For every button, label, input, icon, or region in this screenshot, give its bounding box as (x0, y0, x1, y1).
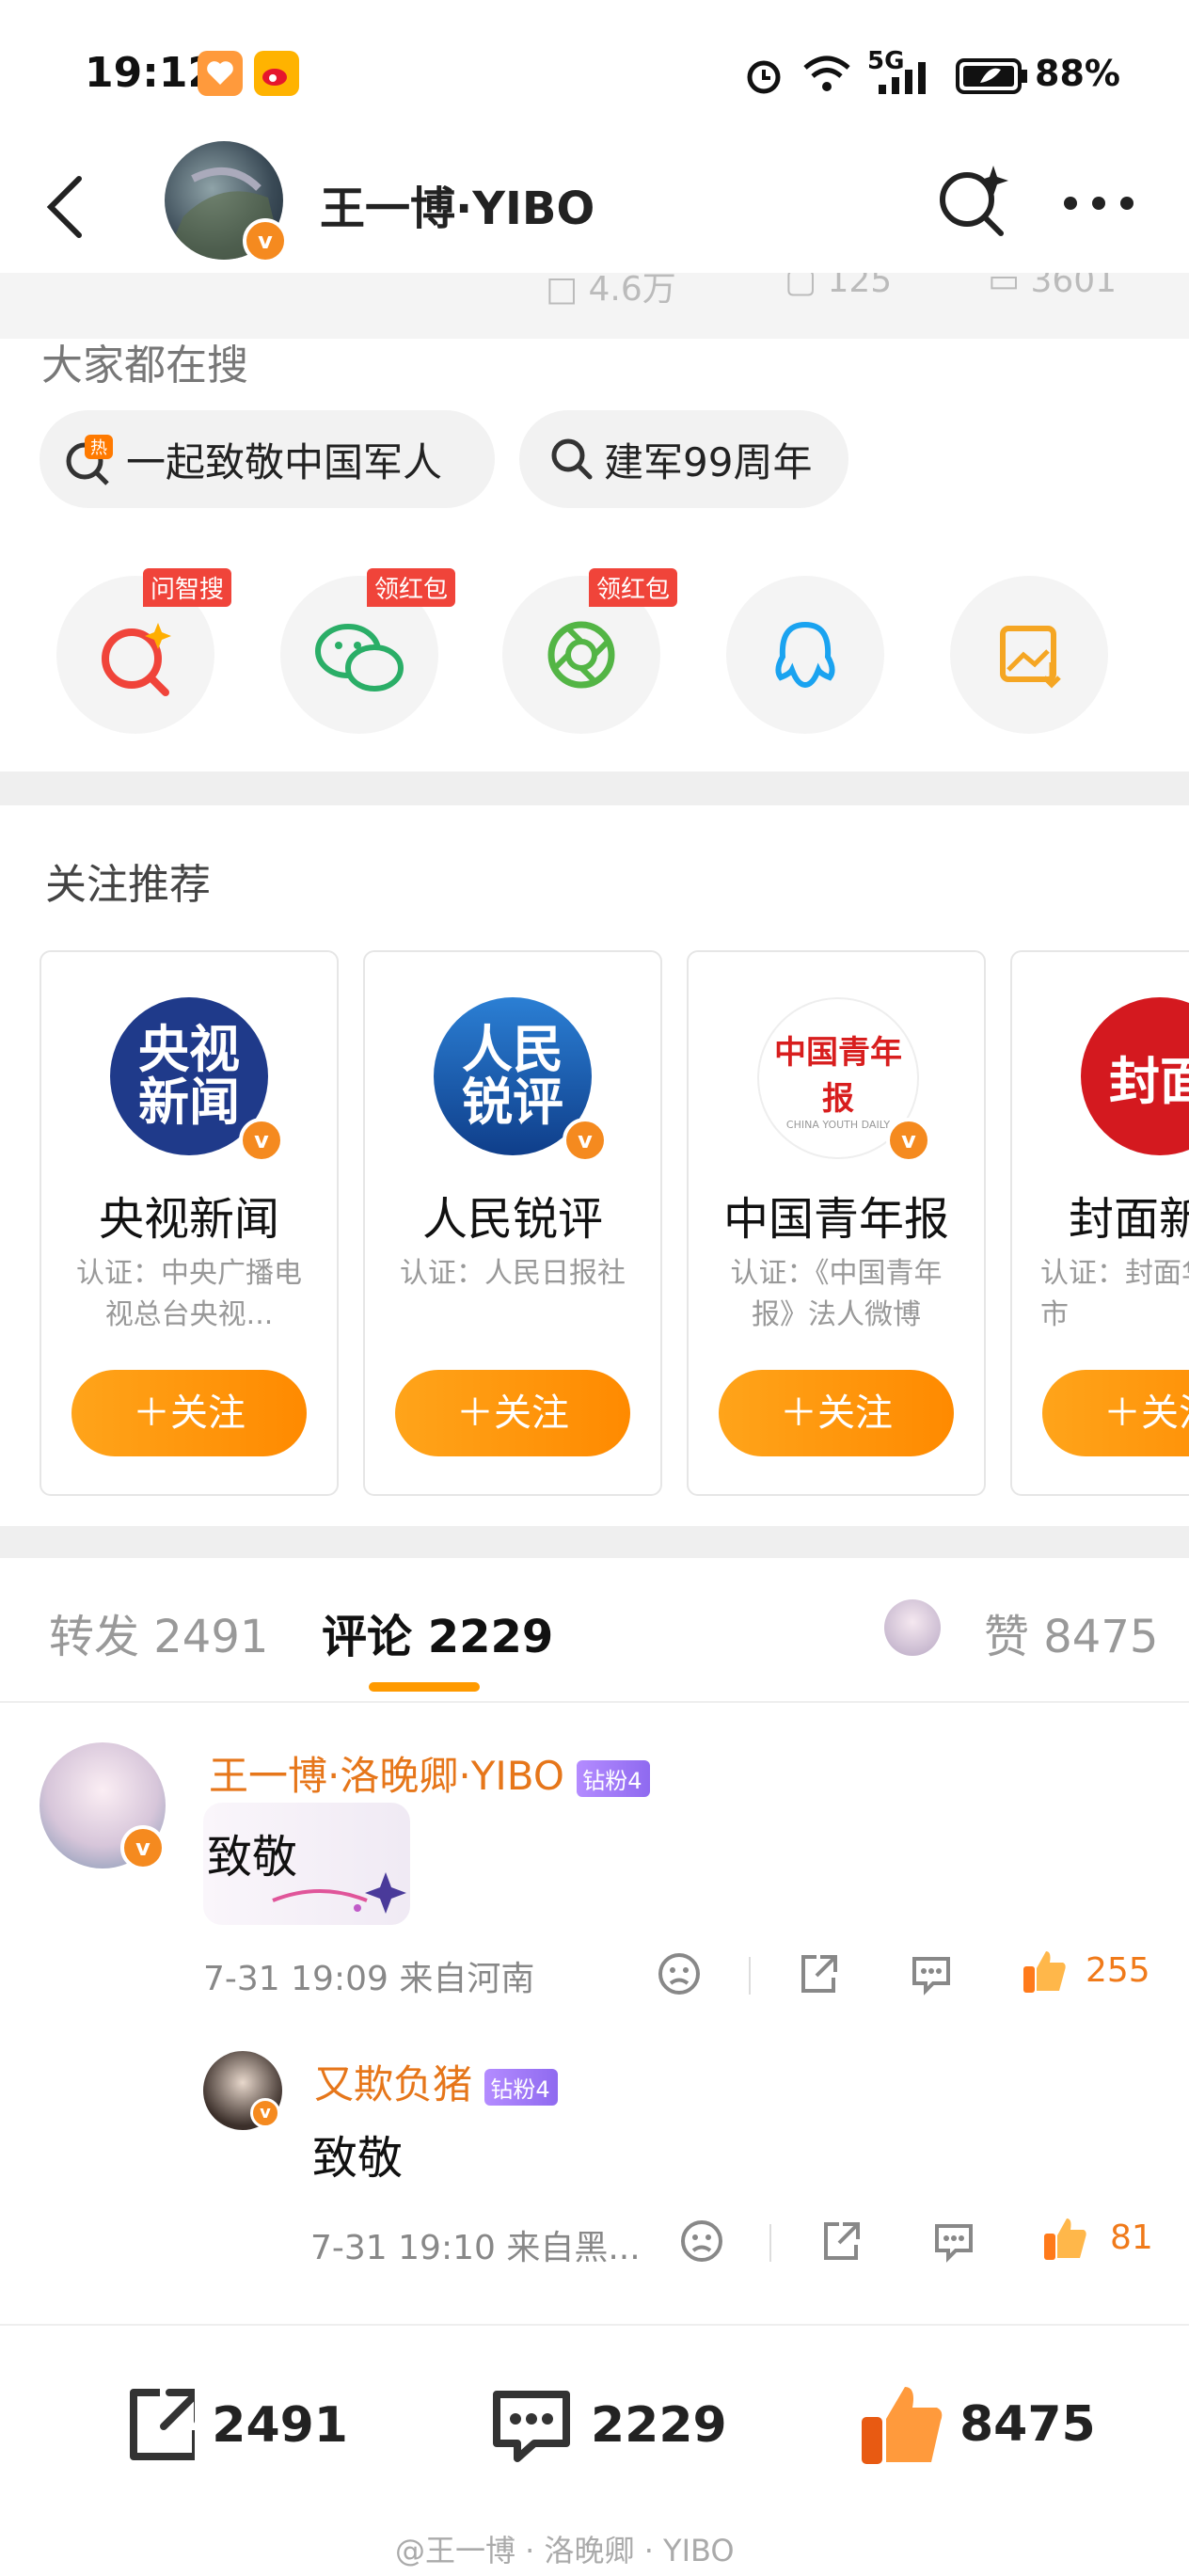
svg-text:热: 热 (90, 438, 107, 458)
save-image-shortcut[interactable] (950, 576, 1108, 734)
search-icon (551, 438, 593, 480)
tab-repost[interactable]: 转发 2491 (49, 1599, 268, 1665)
recommend-card[interactable]: 人民锐评 v 人民锐评 认证：人民日报社 ＋关注 (363, 950, 662, 1496)
comment-count: 2229 (591, 2397, 727, 2454)
meta-divider (769, 2224, 771, 2262)
wechat-share-shortcut[interactable]: 领红包 (280, 568, 456, 734)
account-name: 人民锐评 (421, 1193, 603, 1246)
commenter-name[interactable]: 又欺负猪 钻粉4 (314, 2053, 558, 2110)
stat-comments: ▢ 125 (785, 273, 893, 300)
repost-icon (130, 2389, 196, 2460)
fan-badge: 钻粉4 (577, 1760, 650, 1797)
battery-level: 88% (1035, 53, 1120, 94)
recommend-label: 关注推荐 (45, 861, 211, 909)
stat-saves: ▭ 3601 (988, 273, 1118, 300)
like-action[interactable]: 8475 (856, 2373, 1101, 2476)
repost-icon[interactable] (818, 2218, 864, 2267)
like-icon[interactable] (1040, 2215, 1089, 2267)
follow-button[interactable]: ＋关注 (71, 1370, 307, 1456)
tab-comments[interactable]: 评论 2229 (322, 1599, 553, 1665)
verified-badge-icon: v (239, 1118, 284, 1163)
battery-icon (956, 56, 1031, 100)
commenter-name[interactable]: 王一博·洛晚卿·YIBO 钻粉4 (209, 1744, 650, 1802)
qq-icon (775, 621, 835, 689)
account-name: 中国青年报 (722, 1193, 949, 1246)
repost-count: 2491 (212, 2397, 348, 2454)
reply-icon[interactable] (909, 1951, 954, 2000)
follow-button[interactable]: ＋关注 (719, 1370, 954, 1456)
top-bar: v 王一博·YIBO (0, 141, 1189, 273)
repost-action[interactable]: 2491 (122, 2378, 348, 2473)
account-desc: 认证：中央广播电视总台央视... (76, 1257, 302, 1331)
meta-divider (749, 1957, 751, 1995)
wifi-icon (801, 53, 852, 98)
tab-divider (0, 1701, 1189, 1703)
section-divider (0, 1526, 1189, 1558)
verified-badge-icon: v (120, 1825, 166, 1870)
search-pill-label: 建军99周年 (604, 438, 813, 485)
shortcut-tag: 问智搜 (143, 568, 232, 607)
comment-item[interactable]: v 又欺负猪 钻粉4 致敬 7-31 19:10 来自黑... 81 (0, 2042, 1189, 2296)
shortcut-tag: 领红包 (367, 568, 456, 607)
follow-button[interactable]: ＋关注 (395, 1370, 630, 1456)
verified-badge-icon: v (886, 1118, 931, 1163)
section-divider (0, 771, 1189, 805)
stat-reposts: □ 4.6万 (546, 273, 676, 309)
more-button[interactable] (1059, 192, 1138, 218)
recommend-card[interactable]: 央视新闻 v 央视新闻 认证：中央广播电视总台央视... ＋关注 (40, 950, 339, 1496)
follow-button[interactable]: ＋关注 (1042, 1370, 1189, 1456)
ai-search-button[interactable] (931, 160, 1010, 243)
account-logo: 封面 (1081, 997, 1189, 1155)
shortcut-tag: 领红包 (589, 568, 678, 607)
weibo-app-icon (254, 51, 299, 96)
moments-share-shortcut[interactable]: 领红包 (502, 568, 678, 734)
like-count: 255 (1086, 1951, 1150, 1990)
ai-search-shortcut[interactable]: 问智搜 (56, 568, 232, 734)
dislike-icon[interactable] (679, 2218, 724, 2267)
signal-icon (875, 58, 937, 100)
account-desc: 认证：封面华西都市 (1040, 1257, 1189, 1331)
stats-strip: □ 4.6万 ▢ 125 ▭ 3601 (0, 273, 1189, 339)
page-title: 王一博·YIBO (320, 183, 595, 235)
reply-icon[interactable] (931, 2218, 976, 2267)
like-count: 81 (1110, 2218, 1153, 2257)
account-name: 封面新 (1069, 1193, 1189, 1246)
dislike-icon[interactable] (657, 1951, 702, 2000)
hot-search-icon: 热 (66, 435, 113, 485)
tab-likes[interactable]: 赞 8475 (984, 1599, 1158, 1665)
qq-share-shortcut[interactable] (726, 576, 884, 734)
like-count: 8475 (959, 2396, 1096, 2453)
verified-badge-icon: v (563, 1118, 608, 1163)
fan-badge: 钻粉4 (484, 2069, 558, 2106)
search-pill-label: 一起致敬中国军人 (126, 438, 443, 485)
like-icon[interactable] (1020, 1948, 1069, 2000)
comment-item[interactable]: v 王一博·洛晚卿·YIBO 钻粉4 致敬 7-31 19:09 来自河南 25… (0, 1722, 1189, 2004)
comment-icon (493, 2391, 570, 2462)
comment-meta: 7-31 19:09 来自河南 (203, 1960, 535, 1998)
account-name: 央视新闻 (98, 1193, 279, 1246)
sparkle-decoration-icon (263, 1835, 433, 1932)
watermark: @王一博 · 洛晚卿 · YIBO (395, 2533, 735, 2568)
repost-icon[interactable] (796, 1951, 841, 2000)
status-bar: 19:12 5G 88% (0, 0, 1189, 141)
account-desc: 认证：《中国青年报》法人微博 (730, 1257, 943, 1331)
comment-action[interactable]: 2229 (489, 2378, 734, 2473)
alarm-icon (743, 55, 785, 100)
search-pill-2[interactable]: 建军99周年 (519, 410, 848, 508)
tab-indicator (369, 1682, 480, 1692)
verified-badge-icon: v (250, 2098, 280, 2128)
health-app-icon (198, 51, 243, 96)
search-pill-1[interactable]: 热 一起致敬中国军人 (40, 410, 495, 508)
save-image-icon (1000, 626, 1061, 689)
back-button[interactable] (41, 169, 88, 245)
searches-label: 大家都在搜 (41, 342, 248, 390)
liker-avatar (884, 1599, 941, 1656)
like-icon (862, 2387, 943, 2464)
recommend-card[interactable]: 中国青年报 CHINA YOUTH DAILY v 中国青年报 认证：《中国青年报… (687, 950, 986, 1496)
recommend-card[interactable]: 封面 封面新 认证：封面华西都市 ＋关注 (1010, 950, 1189, 1496)
verified-badge-icon: v (243, 218, 288, 263)
account-desc: 认证：人民日报社 (400, 1257, 626, 1290)
comment-meta: 7-31 19:10 来自黑... (310, 2229, 641, 2267)
comment-text: 致敬 (312, 2132, 404, 2185)
